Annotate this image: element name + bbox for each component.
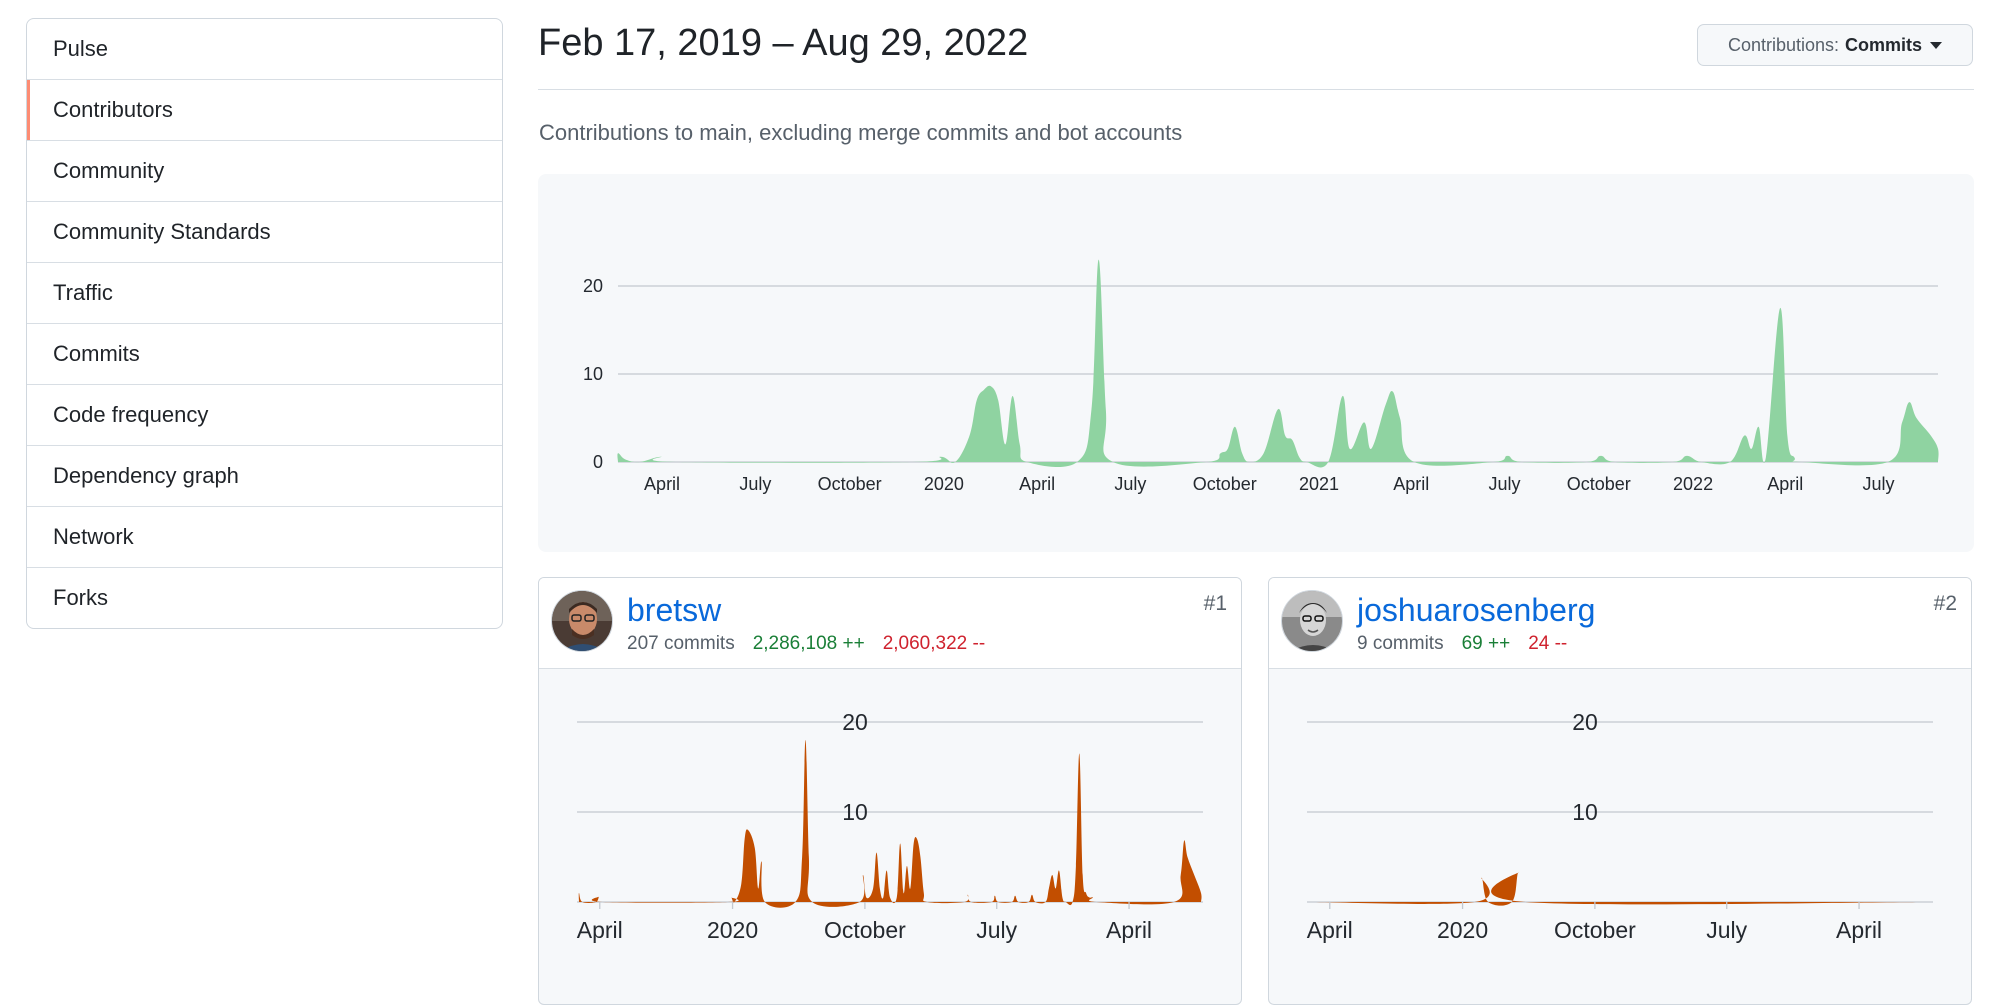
deletions-count: 24 -- xyxy=(1528,633,1568,654)
y-tick-label: 20 xyxy=(583,276,603,296)
contributor-username-link[interactable]: joshuarosenberg xyxy=(1357,592,1595,629)
y-tick-label: 0 xyxy=(593,452,603,472)
x-tick-label: April xyxy=(577,917,623,943)
commit-count[interactable]: 207 commits xyxy=(627,633,735,654)
x-tick-label: April xyxy=(1393,474,1429,494)
commits-area xyxy=(1309,872,1931,906)
x-tick-label: July xyxy=(1488,474,1520,494)
x-tick-label: 2020 xyxy=(1437,917,1488,943)
caret-down-icon xyxy=(1930,41,1943,49)
x-tick-label: October xyxy=(818,474,882,494)
y-tick-label: 10 xyxy=(583,364,603,384)
contributor-card: bretsw 207 commits 2,286,108 ++ 2,060,322 … xyxy=(538,577,1242,1005)
sidebar-item-commits[interactable]: Commits xyxy=(27,323,502,384)
avatar-image xyxy=(1282,591,1342,651)
sidebar-item-code-frequency[interactable]: Code frequency xyxy=(27,384,502,445)
x-tick-label: July xyxy=(1114,474,1146,494)
additions-count: 69 ++ xyxy=(1461,633,1511,654)
date-range-heading: Feb 17, 2019 – Aug 29, 2022 xyxy=(538,22,1029,64)
contributor-username-link[interactable]: bretsw xyxy=(627,592,721,629)
contributions-select-prefix: Contributions: xyxy=(1727,34,1840,55)
additions-count: 2,286,108 ++ xyxy=(752,633,865,654)
y-tick-label: 10 xyxy=(1572,799,1598,825)
x-tick-label: April xyxy=(644,474,680,494)
contributions-chart[interactable]: 0 10 20 April July October 2020 April July Octobe… xyxy=(538,174,1974,552)
sidebar-item-dependency-graph[interactable]: Dependency graph xyxy=(27,445,502,506)
x-tick-label: April xyxy=(1019,474,1055,494)
commits-area xyxy=(578,740,1202,908)
x-tick-label: July xyxy=(1863,474,1895,494)
avatar-image xyxy=(552,591,612,651)
x-tick-label: April xyxy=(1106,917,1152,943)
x-tick-label: October xyxy=(1193,474,1257,494)
chart-subtitle: Contributions to main, excluding merge c… xyxy=(539,120,1183,145)
contributor-card-header: bretsw 207 commits 2,286,108 ++ 2,060,322 … xyxy=(539,578,1241,669)
avatar[interactable] xyxy=(551,590,613,652)
x-tick-label: October xyxy=(1554,917,1636,943)
contributor-stats: 9 commits 69 ++ 24 -- xyxy=(1357,633,1567,655)
contributor-rank: #2 xyxy=(1933,592,1957,615)
x-tick-label: July xyxy=(1706,917,1747,943)
contributions-type-select[interactable]: Contributions: Commits xyxy=(1697,24,1973,66)
contributions-select-value: Commits xyxy=(1845,34,1923,55)
x-tick-label: 2020 xyxy=(924,474,964,494)
y-tick-label: 20 xyxy=(1572,709,1598,735)
contributor-chart[interactable]: 10 20 April 2020 October July April xyxy=(1269,668,1971,1004)
x-tick-label: July xyxy=(739,474,771,494)
x-tick-label: 2022 xyxy=(1673,474,1713,494)
sidebar-item-pulse[interactable]: Pulse xyxy=(27,19,502,79)
avatar[interactable] xyxy=(1281,590,1343,652)
contributions-chart-svg: 0 10 20 April July October 2020 April July Octobe… xyxy=(583,259,1939,494)
y-tick-label: 20 xyxy=(842,709,868,735)
x-tick-label: 2021 xyxy=(1299,474,1339,494)
contributor-stats: 207 commits 2,286,108 ++ 2,060,322 -- xyxy=(627,633,985,655)
x-tick-label: October xyxy=(1567,474,1631,494)
x-tick-label: 2020 xyxy=(707,917,758,943)
commit-count[interactable]: 9 commits xyxy=(1357,633,1444,654)
x-tick-label: April xyxy=(1307,917,1353,943)
sidebar-item-community[interactable]: Community xyxy=(27,140,502,201)
x-tick-label: July xyxy=(976,917,1017,943)
deletions-count: 2,060,322 -- xyxy=(882,633,986,654)
sidebar-item-network[interactable]: Network xyxy=(27,506,502,567)
x-tick-label: April xyxy=(1767,474,1803,494)
contributor-chart[interactable]: 10 20 April 2020 October July April xyxy=(539,668,1241,1004)
contributor-rank: #1 xyxy=(1203,592,1227,615)
sidebar-item-community-standards[interactable]: Community Standards xyxy=(27,201,502,262)
x-tick-label: October xyxy=(824,917,906,943)
sidebar-item-forks[interactable]: Forks xyxy=(27,567,502,628)
contributor-card-header: joshuarosenberg 9 commits 69 ++ 24 -- #2 xyxy=(1269,578,1971,669)
x-tick-label: April xyxy=(1836,917,1882,943)
insights-sidebar: Pulse Contributors Community Community S… xyxy=(26,18,503,629)
sidebar-item-contributors[interactable]: Contributors xyxy=(27,79,502,140)
contributor-card: joshuarosenberg 9 commits 69 ++ 24 -- #2 1… xyxy=(1268,577,1972,1005)
commits-area xyxy=(617,259,1939,468)
header-divider xyxy=(538,89,1974,90)
sidebar-item-traffic[interactable]: Traffic xyxy=(27,262,502,323)
y-tick-label: 10 xyxy=(842,799,868,825)
